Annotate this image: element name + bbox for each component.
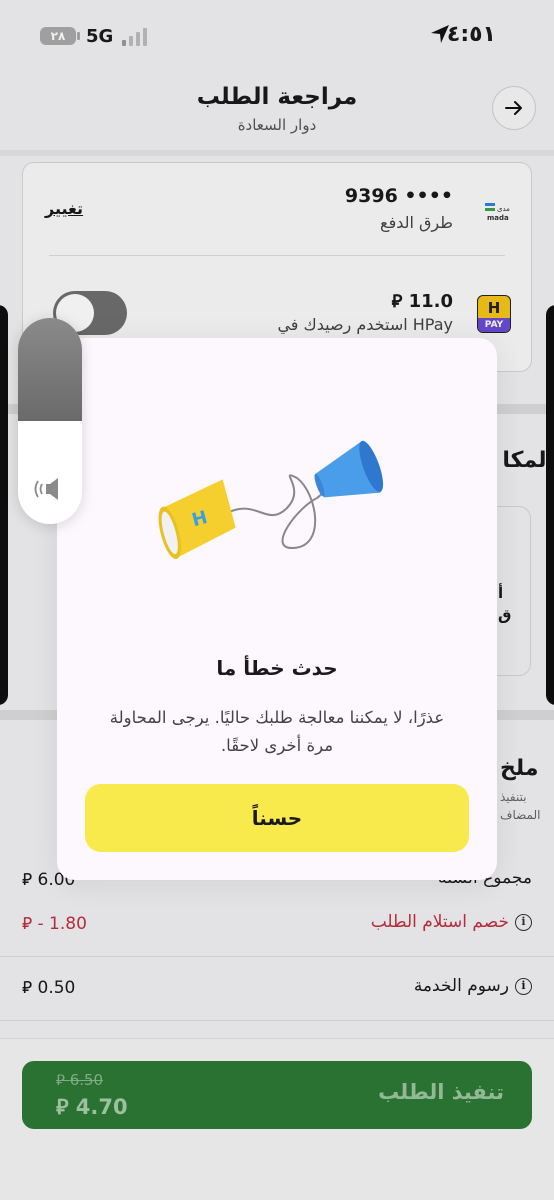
volume-level-fill [18, 318, 82, 421]
dialog-title: حدث خطأ ما [216, 656, 338, 680]
speaker-icon [34, 478, 58, 500]
volume-hud[interactable] [18, 318, 82, 524]
dialog-message: عذرًا، لا يمكننا معالجة طلبك حاليًا. يرج… [109, 708, 445, 755]
ok-button[interactable]: حسناً [85, 784, 469, 852]
tin-can-phone-illustration: H [158, 440, 384, 560]
error-dialog: H حدث خطأ ما عذرًا، لا يمكننا معالجة طلب… [57, 338, 497, 880]
